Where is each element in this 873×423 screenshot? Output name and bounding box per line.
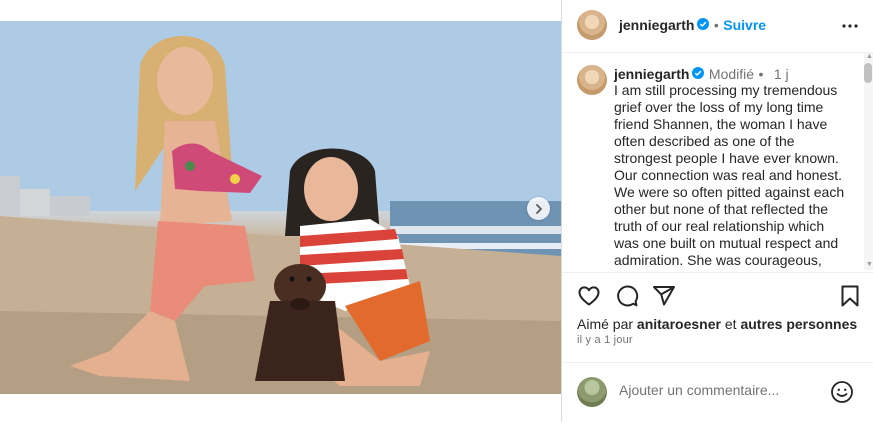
bookmark-icon (841, 285, 859, 307)
caption-scrollbar-thumb[interactable] (864, 63, 872, 83)
liked-by-user-link[interactable]: anitaroesner (637, 316, 721, 332)
comment-bar (562, 362, 873, 423)
caption-text: I am still processing my tremendous grie… (614, 82, 845, 268)
post-details-panel: jenniegarth • Suivre jenniegarth Modifié… (561, 0, 873, 422)
scroll-down-icon[interactable]: ▼ (866, 261, 873, 268)
chevron-right-icon (535, 203, 542, 214)
caption-area: jenniegarth Modifié • 1 j I am still pro… (562, 53, 873, 270)
caption-author-username[interactable]: jenniegarth (614, 66, 689, 82)
likes-summary: Aimé par anitaroesner et autres personne… (577, 316, 857, 332)
emoji-icon (831, 381, 853, 403)
caption-author-avatar[interactable] (577, 65, 607, 95)
post-timestamp[interactable]: il y a 1 jour (577, 334, 633, 346)
liked-by-prefix: Aimé par (577, 316, 634, 332)
author-username[interactable]: jenniegarth (619, 17, 694, 33)
beach-photo-illustration (0, 21, 561, 394)
post-header: jenniegarth • Suivre (562, 0, 873, 53)
post-photo[interactable] (0, 21, 561, 394)
share-icon (653, 286, 675, 306)
comment-icon (617, 285, 639, 307)
header-separator: • (713, 17, 719, 34)
post-media-area (0, 0, 561, 422)
caption-scrollbar[interactable] (864, 53, 873, 270)
verified-badge-icon (697, 17, 710, 35)
caption-separator: • (758, 66, 764, 83)
current-user-avatar (577, 377, 607, 407)
author-avatar[interactable] (577, 10, 607, 40)
caption-time[interactable]: 1 j (774, 66, 789, 82)
next-image-button[interactable] (527, 197, 550, 220)
scroll-up-icon[interactable]: ▲ (866, 53, 873, 60)
liked-by-others-link[interactable]: autres personnes (740, 316, 857, 332)
follow-button[interactable]: Suivre (723, 17, 766, 33)
liked-by-and: et (724, 316, 737, 332)
header-meta: jenniegarth • Suivre (619, 17, 766, 35)
edited-label: Modifié (708, 66, 755, 83)
save-button[interactable] (838, 284, 862, 313)
like-button[interactable] (577, 284, 601, 313)
more-options-icon (842, 24, 858, 28)
comment-input[interactable] (619, 382, 819, 398)
heart-icon (578, 286, 600, 306)
comment-button[interactable] (615, 284, 639, 313)
share-button[interactable] (652, 284, 676, 313)
emoji-button[interactable] (830, 380, 854, 409)
more-options-button[interactable] (842, 14, 858, 43)
